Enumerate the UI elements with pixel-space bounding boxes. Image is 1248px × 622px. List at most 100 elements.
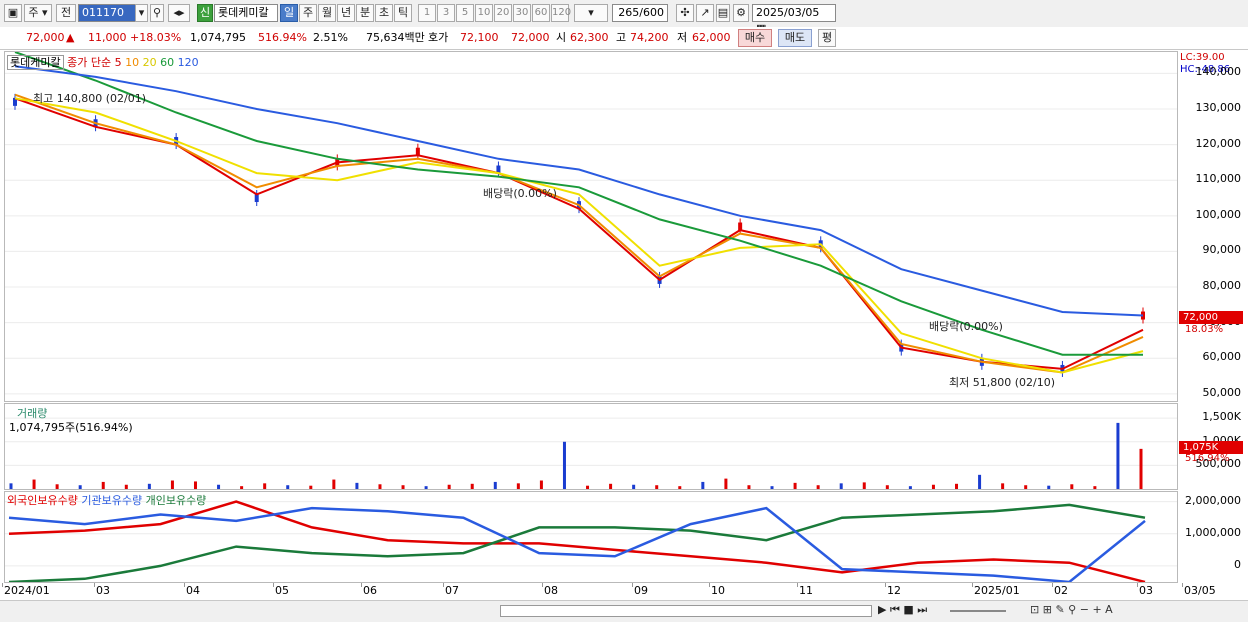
stop-icon[interactable]: ■	[903, 603, 913, 616]
quote-bar: 72,000 ▲ 11,000 +18.03% 1,074,795 516.94…	[0, 27, 1248, 50]
holdings-tick: 2,000,000	[1185, 493, 1241, 507]
period-tab-0[interactable]: 일	[280, 4, 298, 22]
date-input[interactable]: 2025/03/05 ▦	[752, 4, 836, 35]
zoom-reset-icon[interactable]: ⊞	[1043, 603, 1052, 616]
volume-bar	[632, 484, 636, 489]
x-tick-mark	[709, 583, 710, 587]
scrollbar[interactable]	[500, 605, 872, 617]
x-tick-mark	[94, 583, 95, 587]
volume-bar	[931, 484, 935, 489]
interval-button-3[interactable]: 3	[437, 4, 455, 22]
x-tick: 12	[887, 584, 901, 597]
price-axis: LC:39.00 HC:-48.86 140,000 130,000 120,000…	[1179, 51, 1245, 402]
volume-axis: 1,500K1,000K500,000 1,075K 516.94%	[1179, 403, 1245, 490]
interval-button-1[interactable]: 1	[418, 4, 436, 22]
sell-button[interactable]: 매도	[778, 29, 812, 47]
interval-button-10[interactable]: 10	[475, 4, 493, 22]
x-tick: 06	[363, 584, 377, 597]
open: 62,300	[570, 31, 609, 44]
scroll-controls[interactable]: ▶ ⏮ ■ ⏭	[878, 603, 927, 617]
x-tick-mark	[361, 583, 362, 587]
change-pct: +18.03%	[130, 31, 182, 44]
market-label: 주	[28, 6, 39, 19]
period-tab-1[interactable]: 주	[299, 4, 317, 22]
market-select[interactable]: 주 ▾	[24, 4, 52, 22]
x-tick: 03	[96, 584, 110, 597]
price-panel[interactable]: 롯데케미칼 종가 단순 5 10 20 60 120 최고 140,800 (0…	[4, 51, 1178, 402]
zoom-controls[interactable]: ⊡ ⊞ ✎ ⚲ − + A	[1030, 603, 1113, 616]
search-icon[interactable]: ⚲	[150, 4, 164, 22]
pct-tag: 18.03%	[1185, 324, 1224, 335]
stepper-icon[interactable]: ◂▸	[168, 4, 190, 22]
crosshair-icon[interactable]: ✣	[676, 4, 694, 22]
volume-bar	[1001, 483, 1005, 489]
interval-button-5[interactable]: 5	[456, 4, 474, 22]
amount: 75,634백만	[366, 31, 425, 44]
interval-button-120[interactable]: 120	[551, 4, 571, 22]
next-icon[interactable]: ▶	[878, 603, 886, 616]
high-annotation: 최고 140,800 (02/01)	[33, 92, 147, 105]
count-box[interactable]: 265/600	[612, 4, 668, 22]
buy-button[interactable]: 매수	[738, 29, 772, 47]
x-tick-mark	[542, 583, 543, 587]
code-input[interactable]: 011170	[78, 4, 136, 22]
x-tick: 04	[186, 584, 200, 597]
legend-series: 종가 단순	[67, 56, 112, 69]
volume-bar	[908, 486, 912, 489]
new-badge: 신	[197, 4, 213, 22]
volume-bar	[332, 479, 336, 489]
x-tick: 03/05	[1184, 584, 1216, 597]
volume-bar	[701, 481, 705, 489]
prev-button[interactable]: 전	[56, 4, 76, 22]
volume-bar	[217, 484, 221, 489]
code-dropdown-icon[interactable]: ▾	[135, 4, 148, 22]
price-tick: 90,000	[1202, 243, 1242, 257]
rewind-icon[interactable]: ⏮	[890, 603, 900, 616]
layout-icon[interactable]: ▣	[4, 4, 22, 22]
legend-stock: 롯데케미칼	[7, 55, 64, 70]
x-tick: 03	[1139, 584, 1153, 597]
magnify-icon[interactable]: ⚲	[1068, 603, 1076, 616]
volume-bar	[124, 484, 128, 489]
interval-button-30[interactable]: 30	[513, 4, 531, 22]
price-tick: 80,000	[1202, 279, 1242, 293]
save-icon[interactable]: ▤	[716, 4, 730, 22]
period-tab-5[interactable]: 초	[375, 4, 393, 22]
holdings-panel[interactable]: 외국인보유수량 기관보유수량 개인보유수량	[4, 491, 1178, 583]
interval-button-60[interactable]: 60	[532, 4, 550, 22]
zoom-fit-icon[interactable]: ⊡	[1030, 603, 1039, 616]
period-tab-6[interactable]: 틱	[394, 4, 412, 22]
vol-ratio: 516.94%	[258, 31, 307, 44]
eval-button[interactable]: 평	[818, 29, 836, 47]
volume-bar	[862, 482, 866, 489]
x-tick-mark	[632, 583, 633, 587]
period-tab-4[interactable]: 분	[356, 4, 374, 22]
volume-bar	[770, 486, 774, 489]
period-tab-2[interactable]: 월	[318, 4, 336, 22]
interval-button-20[interactable]: 20	[494, 4, 512, 22]
zoom-slider[interactable]	[950, 610, 1006, 612]
forward-icon[interactable]: ⏭	[917, 603, 927, 616]
legend-ma20: 20	[142, 56, 157, 69]
legend-ma10: 10	[125, 56, 140, 69]
price-tick: 110,000	[1195, 172, 1242, 186]
volume-tick: 1,500K	[1202, 410, 1241, 424]
period-tab-3[interactable]: 년	[337, 4, 355, 22]
x-tick: 11	[799, 584, 813, 597]
volume-bar	[1139, 448, 1143, 489]
volume-panel[interactable]: 거래량 1,074,795주(516.94%)	[4, 403, 1178, 490]
volume-bar	[355, 482, 359, 489]
interval-dropdown[interactable]: ▾	[574, 4, 608, 22]
font-icon[interactable]: A	[1105, 603, 1113, 616]
draw-tools-icon[interactable]: ✎	[1055, 603, 1064, 616]
volume-bar	[286, 485, 290, 489]
minus-icon[interactable]: −	[1080, 603, 1089, 616]
volume-bar	[309, 485, 313, 489]
price-tick: 140,000	[1195, 65, 1242, 79]
legend-foreign: 외국인보유수량	[7, 494, 78, 507]
volume-bar	[1024, 485, 1028, 489]
plus-icon[interactable]: +	[1092, 603, 1101, 616]
volume-bar	[101, 481, 105, 489]
gear-icon[interactable]: ⚙	[733, 4, 749, 22]
draw-icon[interactable]: ↗	[696, 4, 714, 22]
